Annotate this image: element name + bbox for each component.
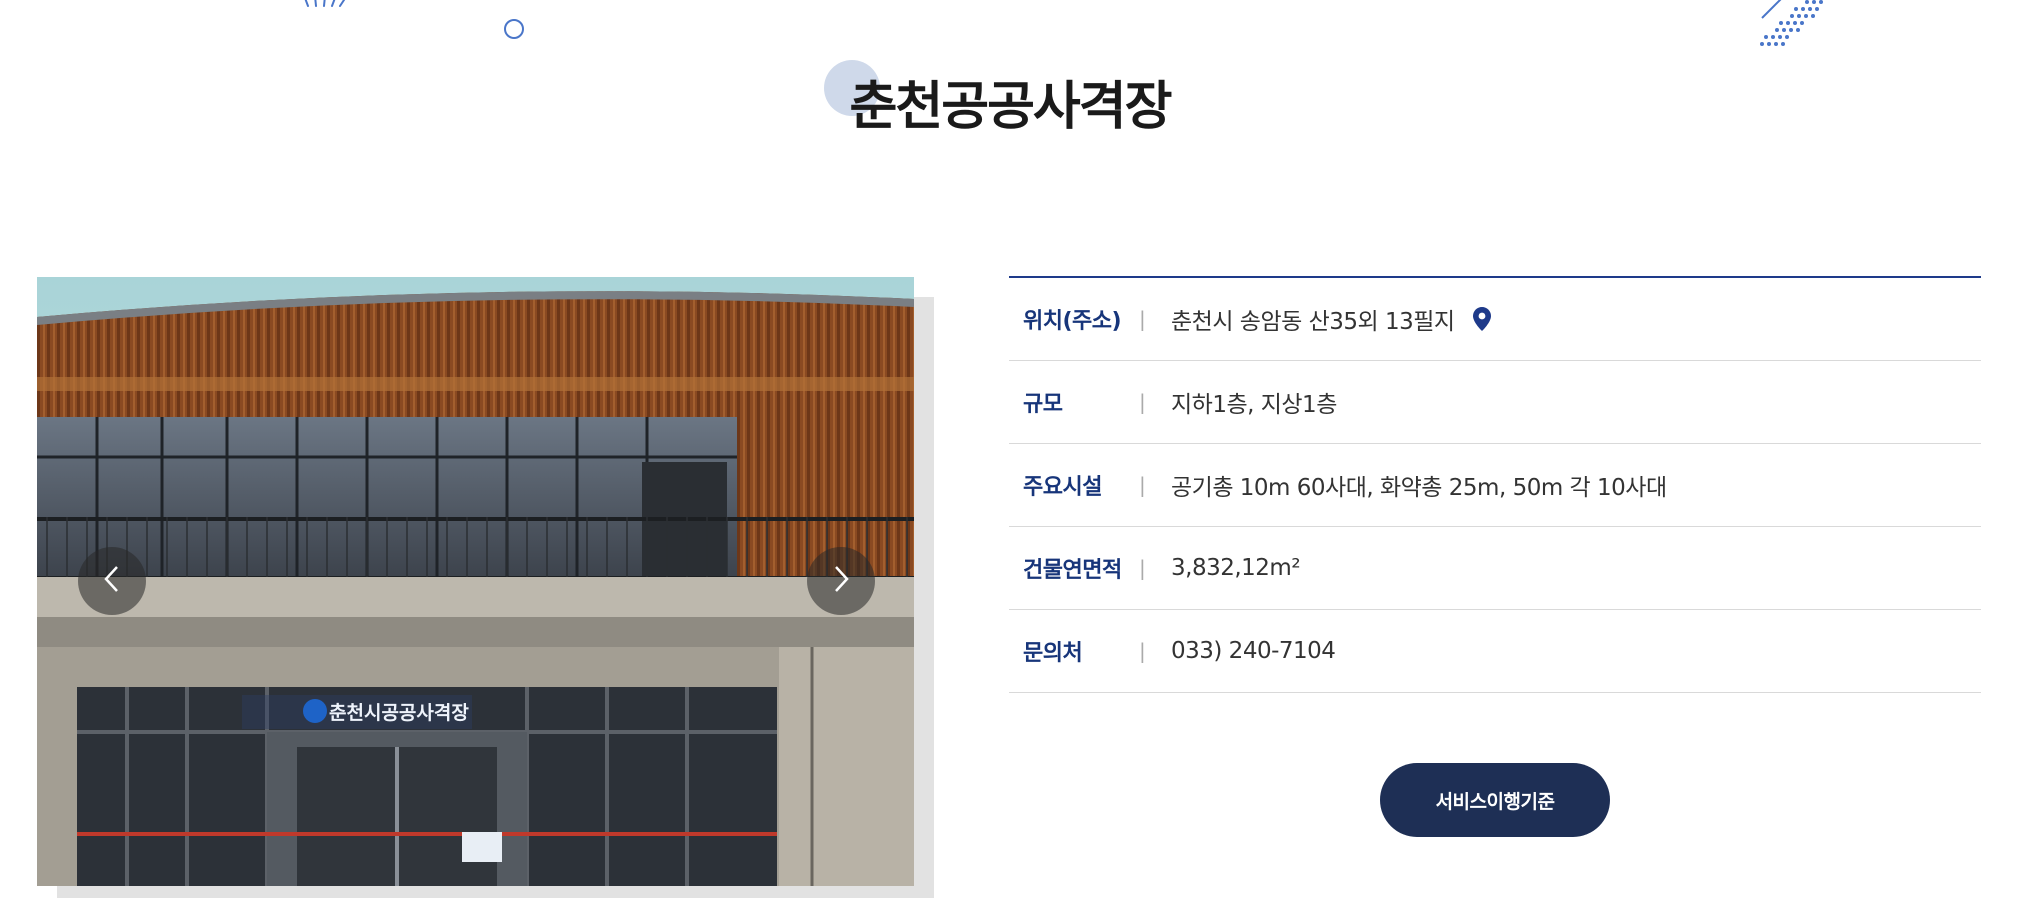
facility-info-table: 위치(주소) | 춘천시 송암동 산35외 13필지 규모 | 지하1층, 지상… (1009, 276, 1981, 693)
slider-next-button[interactable] (807, 547, 875, 615)
decorative-ring (504, 19, 524, 39)
slider-prev-button[interactable] (78, 547, 146, 615)
decorative-burst (300, 0, 360, 14)
info-row-location: 위치(주소) | 춘천시 송암동 산35외 13필지 (1009, 278, 1981, 361)
address-text: 춘천시 송암동 산35외 13필지 (1171, 309, 1455, 335)
photo-slider: 춘천시공공사격장 (37, 277, 934, 898)
info-label: 건물연면적 (1023, 558, 1122, 583)
decorative-dots (1758, 0, 1828, 60)
info-row-floor-area: 건물연면적 | 3,832,12m² (1009, 527, 1981, 610)
service-standard-button[interactable]: 서비스이행기준 (1380, 763, 1610, 837)
info-value: 033) 240-7104 (1171, 638, 1336, 664)
info-value: 지하1층, 지상1층 (1171, 392, 1337, 418)
info-separator: | (1139, 473, 1146, 497)
building-photo: 춘천시공공사격장 (37, 277, 914, 886)
info-value: 3,832,12m² (1171, 555, 1301, 581)
building-signage: 춘천시공공사격장 (329, 702, 469, 724)
info-row-facilities: 주요시설 | 공기총 10m 60사대, 화약총 25m, 50m 각 10사대 (1009, 444, 1981, 527)
info-label: 주요시설 (1023, 475, 1102, 500)
page: 춘천공공사격장 춘천시공공사격장 위치(주소) | 춘천시 송암동 산35외 1… (0, 0, 2020, 898)
chevron-right-icon (830, 564, 852, 598)
info-separator: | (1139, 639, 1146, 663)
info-separator: | (1139, 307, 1146, 331)
info-separator: | (1139, 390, 1146, 414)
info-row-contact: 문의처 | 033) 240-7104 (1009, 610, 1981, 693)
info-label: 문의처 (1023, 641, 1083, 666)
info-value: 공기총 10m 60사대, 화약총 25m, 50m 각 10사대 (1171, 475, 1667, 501)
info-separator: | (1139, 556, 1146, 580)
chevron-left-icon (101, 564, 123, 598)
info-label: 위치(주소) (1023, 309, 1122, 334)
map-pin-icon[interactable] (1472, 307, 1491, 331)
info-label: 규모 (1023, 392, 1063, 417)
info-row-scale: 규모 | 지하1층, 지상1층 (1009, 361, 1981, 444)
info-value: 춘천시 송암동 산35외 13필지 (1171, 302, 1491, 336)
page-title: 춘천공공사격장 (849, 77, 1173, 137)
